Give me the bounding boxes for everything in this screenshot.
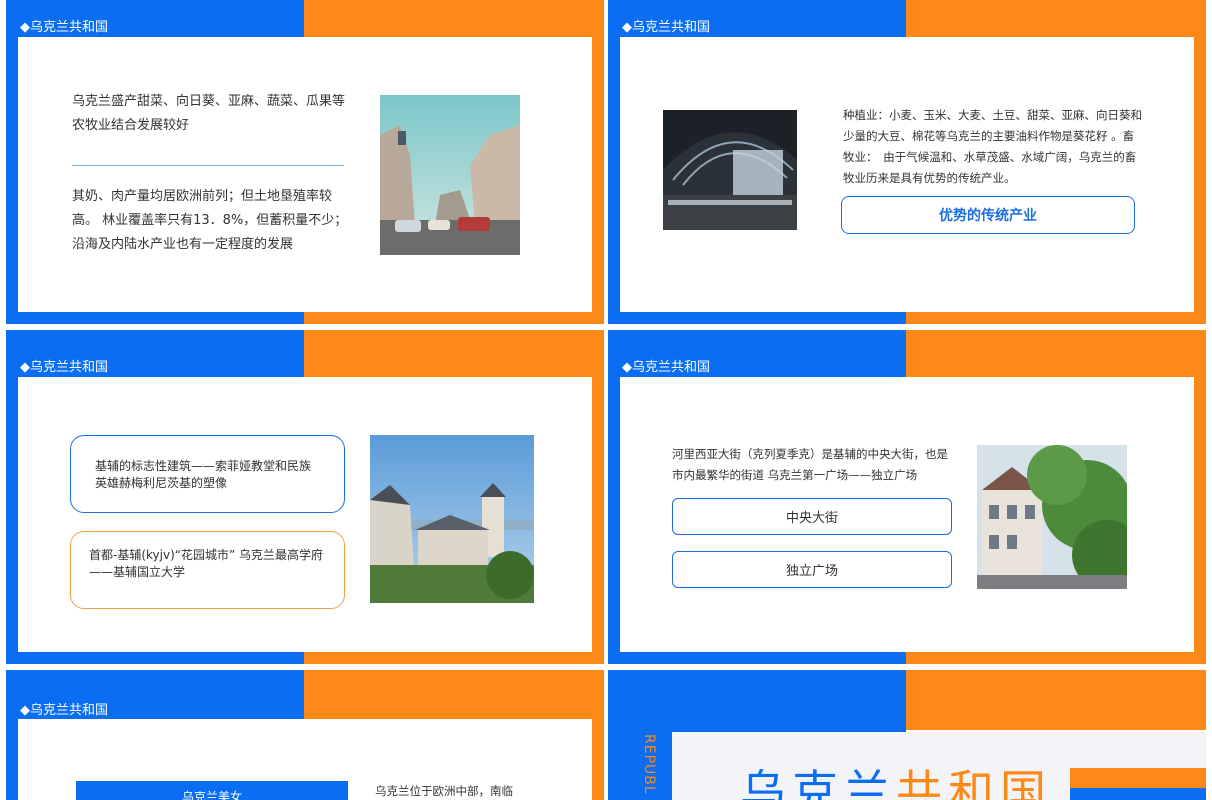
slide-1[interactable]: ◆乌克兰共和国 乌克兰盛产甜菜、向日葵、亚麻、蔬菜、瓜果等 农牧业结合发展较好 … bbox=[6, 0, 604, 324]
independence-square-button[interactable]: 独立广场 bbox=[672, 551, 952, 588]
title-blue-bar bbox=[1070, 788, 1206, 800]
slide-4[interactable]: ◆乌克兰共和国 河里西亚大街（克列夏季克）是基辅的中央大街，也是市内最繁华的街道… bbox=[608, 330, 1206, 664]
slide-header: ◆乌克兰共和国 bbox=[622, 360, 710, 375]
traditional-industry-button[interactable]: 优势的传统产业 bbox=[841, 196, 1135, 234]
castle-photo bbox=[370, 435, 534, 603]
slide-3[interactable]: ◆乌克兰共和国 基辅的标志性建筑——索菲娅教堂和民族英雄赫梅利尼茨基的塑像 首都… bbox=[6, 330, 604, 664]
vertical-republic-text: REPUBL bbox=[641, 734, 657, 795]
main-street-paragraph: 河里西亚大街（克列夏季克）是基辅的中央大街，也是市内最繁华的街道 乌克兰第一广场… bbox=[672, 447, 948, 482]
divider bbox=[72, 165, 344, 166]
capital-text: 首都-基辅(kyjv)“花园城市” 乌克兰最高学府——基辅国立大学 bbox=[89, 548, 324, 579]
train-station-photo bbox=[663, 110, 797, 230]
palace-photo bbox=[977, 445, 1127, 589]
orange-panel bbox=[906, 670, 1206, 730]
beauty-banner: 乌克兰美女 bbox=[76, 781, 348, 800]
paragraph-crops: 乌克兰盛产甜菜、向日葵、亚麻、蔬菜、瓜果等 农牧业结合发展较好 bbox=[72, 94, 346, 133]
agriculture-paragraph: 种植业：小麦、玉米、大麦、土豆、甜菜、亚麻、向日葵和少量的大豆、棉花等乌克兰的主… bbox=[843, 108, 1142, 185]
slide-5[interactable]: ◆乌克兰共和国 乌克兰美女 乌克兰位于欧洲中部，南临 bbox=[6, 670, 604, 800]
city-street-photo bbox=[380, 95, 520, 255]
slide-header: ◆乌克兰共和国 bbox=[20, 360, 108, 375]
landmark-box: 基辅的标志性建筑——索菲娅教堂和民族英雄赫梅利尼茨基的塑像 bbox=[70, 435, 345, 513]
slide-card: 种植业：小麦、玉米、大麦、土豆、甜菜、亚麻、向日葵和少量的大豆、棉花等乌克兰的主… bbox=[620, 37, 1194, 312]
beauty-banner-label: 乌克兰美女 bbox=[181, 790, 242, 800]
slide-header: ◆乌克兰共和国 bbox=[622, 20, 710, 35]
title-orange-bar bbox=[1070, 768, 1206, 788]
slide-card: 乌克兰美女 乌克兰位于欧洲中部，南临 bbox=[18, 719, 592, 800]
capital-box: 首都-基辅(kyjv)“花园城市” 乌克兰最高学府——基辅国立大学 bbox=[70, 531, 345, 609]
landmark-text: 基辅的标志性建筑——索菲娅教堂和民族英雄赫梅利尼茨基的塑像 bbox=[95, 459, 312, 490]
slide-header: ◆乌克兰共和国 bbox=[20, 703, 108, 718]
title-part-blue: 乌克兰 bbox=[740, 765, 896, 800]
slide-2[interactable]: ◆乌克兰共和国 种植业：小麦、玉米、大麦、土豆、甜菜、亚麻、向日葵和少量的大豆、… bbox=[608, 0, 1206, 324]
location-paragraph: 乌克兰位于欧洲中部，南临 bbox=[375, 784, 513, 798]
slide-card: 乌克兰盛产甜菜、向日葵、亚麻、蔬菜、瓜果等 农牧业结合发展较好 其奶、肉产量均居… bbox=[18, 37, 592, 312]
slide-card: 基辅的标志性建筑——索菲娅教堂和民族英雄赫梅利尼茨基的塑像 首都-基辅(kyjv… bbox=[18, 377, 592, 652]
central-street-button[interactable]: 中央大街 bbox=[672, 498, 952, 535]
title-part-orange: 共和国 bbox=[896, 765, 1052, 800]
slide-6[interactable]: REPUBL 乌克兰共和国 bbox=[608, 670, 1206, 800]
slide-header: ◆乌克兰共和国 bbox=[20, 20, 108, 35]
slide-card: 河里西亚大街（克列夏季克）是基辅的中央大街，也是市内最繁华的街道 乌克兰第一广场… bbox=[620, 377, 1194, 652]
paragraph-livestock: 其奶、肉产量均居欧洲前列；但土地垦殖率较高。 林业覆盖率只有13．8%，但蓄积量… bbox=[72, 189, 348, 252]
big-title: 乌克兰共和国 bbox=[740, 756, 1052, 800]
